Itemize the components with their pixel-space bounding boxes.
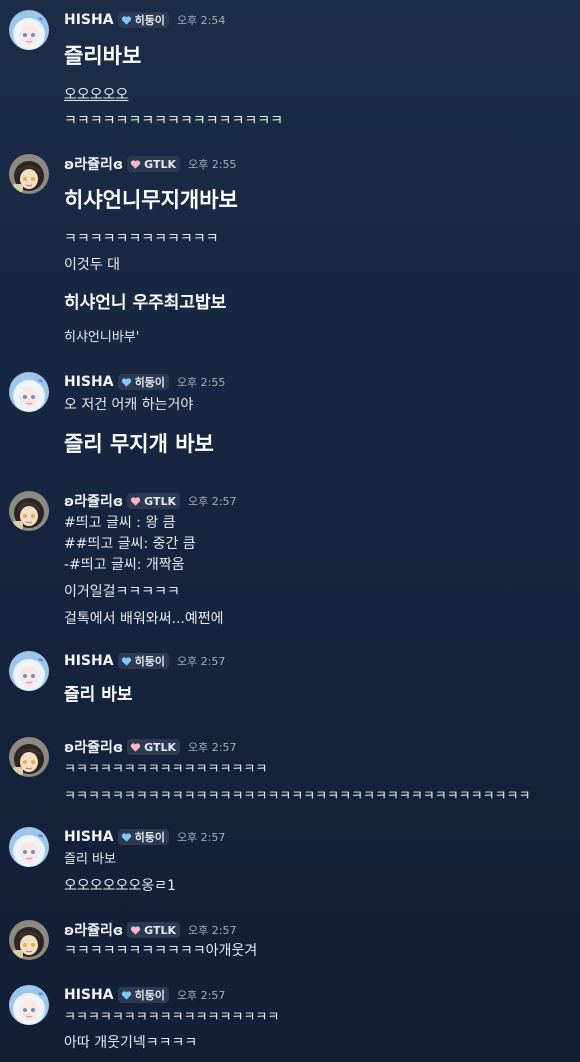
message-text: -#띄고 글씨: 개짝움 [64,557,185,573]
message-text: ㅋㅋㅋㅋㅋㅋㅋㅋㅋㅋㅋㅋㅋㅋㅋㅋㅋ [64,113,283,129]
heart-icon [121,377,132,388]
timestamp: 오후 2:57 [176,655,226,668]
guild-tag-label: 히둥이 [134,14,165,27]
heart-icon [121,990,132,1001]
heart-icon [121,656,132,667]
username[interactable]: HISHA [64,829,114,845]
hisha-avatar-icon[interactable] [9,372,49,412]
message-text: 이것두 대 [64,257,120,273]
message-header: HISHA 히둥이 오후 2:57 [64,651,225,671]
heart-icon [130,742,141,753]
message-text: ㅋㅋㅋㅋㅋㅋㅋㅋㅋㅋㅋㅋ [64,231,219,247]
message-group: HISHA 히둥이 오후 2:55 오 저건 어캐 하는거야 즐리 무지개 바보 [0,372,580,462]
hisha-avatar-icon[interactable] [9,985,49,1025]
guild-tag[interactable]: 히둥이 [117,653,169,669]
username[interactable]: HISHA [64,374,114,390]
message-header: HISHA 히둥이 오후 2:55 [64,372,225,392]
message-group: ʚ라쥴리ɞ GTLK 오후 2:57 ㅋㅋㅋㅋㅋㅋㅋㅋㅋㅋㅋ아개웃겨 [0,920,580,970]
message-heading-medium: 히샤언니 우주최고밥보 [64,293,227,313]
message-text: 오오오오오오옹ㄹ1 [64,878,176,894]
message-group: ʚ라쥴리ɞ GTLK 오후 2:57 #띄고 글씨 : 왕 큼 ##띄고 글씨:… [0,491,580,631]
message-group: HISHA 히둥이 오후 2:54 즐리바보 오오오오오 ㅋㅋㅋㅋㅋㅋㅋㅋㅋㅋㅋ… [0,10,580,130]
guild-tag[interactable]: 히둥이 [117,829,169,845]
heart-icon [121,15,132,26]
guild-tag[interactable]: 히둥이 [117,987,169,1003]
message-header: ʚ라쥴리ɞ GTLK 오후 2:57 [64,737,236,757]
hisha-avatar-icon[interactable] [9,651,49,691]
username[interactable]: HISHA [64,12,114,28]
message-text: ㅋㅋㅋㅋㅋㅋㅋㅋㅋㅋㅋ아개웃겨 [64,943,258,959]
hisha-avatar-icon[interactable] [9,827,49,867]
message-text: 아따 개웃기넥ㅋㅋㅋㅋ [64,1035,198,1051]
guild-tag-label: 히둥이 [134,831,165,844]
message-text: 이거일걸ㅋㅋㅋㅋㅋ [64,584,180,600]
guild-tag[interactable]: GTLK [127,739,180,755]
timestamp: 오후 2:55 [188,158,237,171]
guild-tag[interactable]: GTLK [127,156,180,172]
guild-tag-label: GTLK [144,494,176,508]
heart-icon [130,159,141,170]
username[interactable]: HISHA [64,653,114,669]
message-heading-medium: 즐리 바보 [64,685,133,705]
guild-tag-label: GTLK [144,740,176,754]
timestamp: 오후 2:57 [188,741,237,754]
hisha-avatar-icon[interactable] [9,10,49,50]
message-heading-large: 히샤언니무지개바보 [64,188,238,212]
message-header: HISHA 히둥이 오후 2:57 [64,827,225,847]
heart-icon [121,832,132,843]
message-heading-large: 즐리 무지개 바보 [64,432,214,456]
username[interactable]: ʚ라쥴리ɞ [64,737,123,757]
timestamp: 오후 2:54 [176,14,226,27]
message-header: ʚ라쥴리ɞ GTLK 오후 2:57 [64,491,236,511]
message-heading-large: 즐리바보 [64,44,142,68]
heart-icon [130,925,141,936]
message-header: HISHA 히둥이 오후 2:54 [64,10,225,30]
message-group: HISHA 히둥이 오후 2:57 즐리 바보 오오오오오오옹ㄹ1 [0,827,580,897]
message-group: HISHA 히둥이 오후 2:57 ㅋㅋㅋㅋㅋㅋㅋㅋㅋㅋㅋㅋㅋㅋㅋㅋㅋㅋ 아따 … [0,985,580,1055]
timestamp: 오후 2:57 [188,924,237,937]
message-subtext: 즐리 바보 [64,852,116,867]
message-text: ㅋㅋㅋㅋㅋㅋㅋㅋㅋㅋㅋㅋㅋㅋㅋㅋㅋㅋㅋㅋㅋㅋㅋㅋㅋㅋㅋㅋㅋㅋㅋㅋㅋㅋㅋㅋㅋㅋㅋ [64,789,531,804]
jully-avatar-icon[interactable] [9,154,49,194]
username[interactable]: ʚ라쥴리ɞ [64,154,123,174]
guild-tag-label: 히둥이 [134,989,165,1002]
message-text: ##띄고 글씨: 중간 큼 [64,536,196,552]
guild-tag-label: GTLK [144,157,176,171]
guild-tag[interactable]: 히둥이 [117,374,169,390]
timestamp: 오후 2:57 [176,831,226,844]
guild-tag-label: 히둥이 [134,376,165,389]
jully-avatar-icon[interactable] [9,737,49,777]
message-text: 걸톡에서 배워와써...예쩐에 [64,611,224,627]
message-text: ㅋㅋㅋㅋㅋㅋㅋㅋㅋㅋㅋㅋㅋㅋㅋㅋㅋ [64,762,268,777]
jully-avatar-icon[interactable] [9,491,49,531]
timestamp: 오후 2:55 [176,376,226,389]
message-header: ʚ라쥴리ɞ GTLK 오후 2:57 [64,920,236,940]
message-header: HISHA 히둥이 오후 2:57 [64,985,225,1005]
message-text: ㅋㅋㅋㅋㅋㅋㅋㅋㅋㅋㅋㅋㅋㅋㅋㅋㅋㅋ [64,1010,280,1025]
username[interactable]: HISHA [64,987,114,1003]
message-text: #띄고 글씨 : 왕 큼 [64,515,176,531]
message-text: 오 저건 어캐 하는거야 [64,397,194,413]
message-group: HISHA 히둥이 오후 2:57 즐리 바보 [0,651,580,711]
jully-avatar-icon[interactable] [9,920,49,960]
guild-tag[interactable]: GTLK [127,922,180,938]
guild-tag[interactable]: GTLK [127,493,180,509]
message-header: ʚ라쥴리ɞ GTLK 오후 2:55 [64,154,236,174]
guild-tag[interactable]: 히둥이 [117,12,169,28]
username[interactable]: ʚ라쥴리ɞ [64,920,123,940]
username[interactable]: ʚ라쥴리ɞ [64,491,123,511]
heart-icon [130,496,141,507]
message-text: 오오오오오 [64,87,129,103]
message-group: ʚ라쥴리ɞ GTLK 오후 2:55 히샤언니무지개바보 ㅋㅋㅋㅋㅋㅋㅋㅋㅋㅋㅋ… [0,154,580,345]
guild-tag-label: GTLK [144,923,176,937]
message-subtext: 히샤언니바부' [64,330,140,345]
guild-tag-label: 히둥이 [134,655,165,668]
timestamp: 오후 2:57 [176,989,226,1002]
timestamp: 오후 2:57 [188,495,237,508]
message-group: ʚ라쥴리ɞ GTLK 오후 2:57 ㅋㅋㅋㅋㅋㅋㅋㅋㅋㅋㅋㅋㅋㅋㅋㅋㅋ ㅋㅋㅋ… [0,737,580,807]
